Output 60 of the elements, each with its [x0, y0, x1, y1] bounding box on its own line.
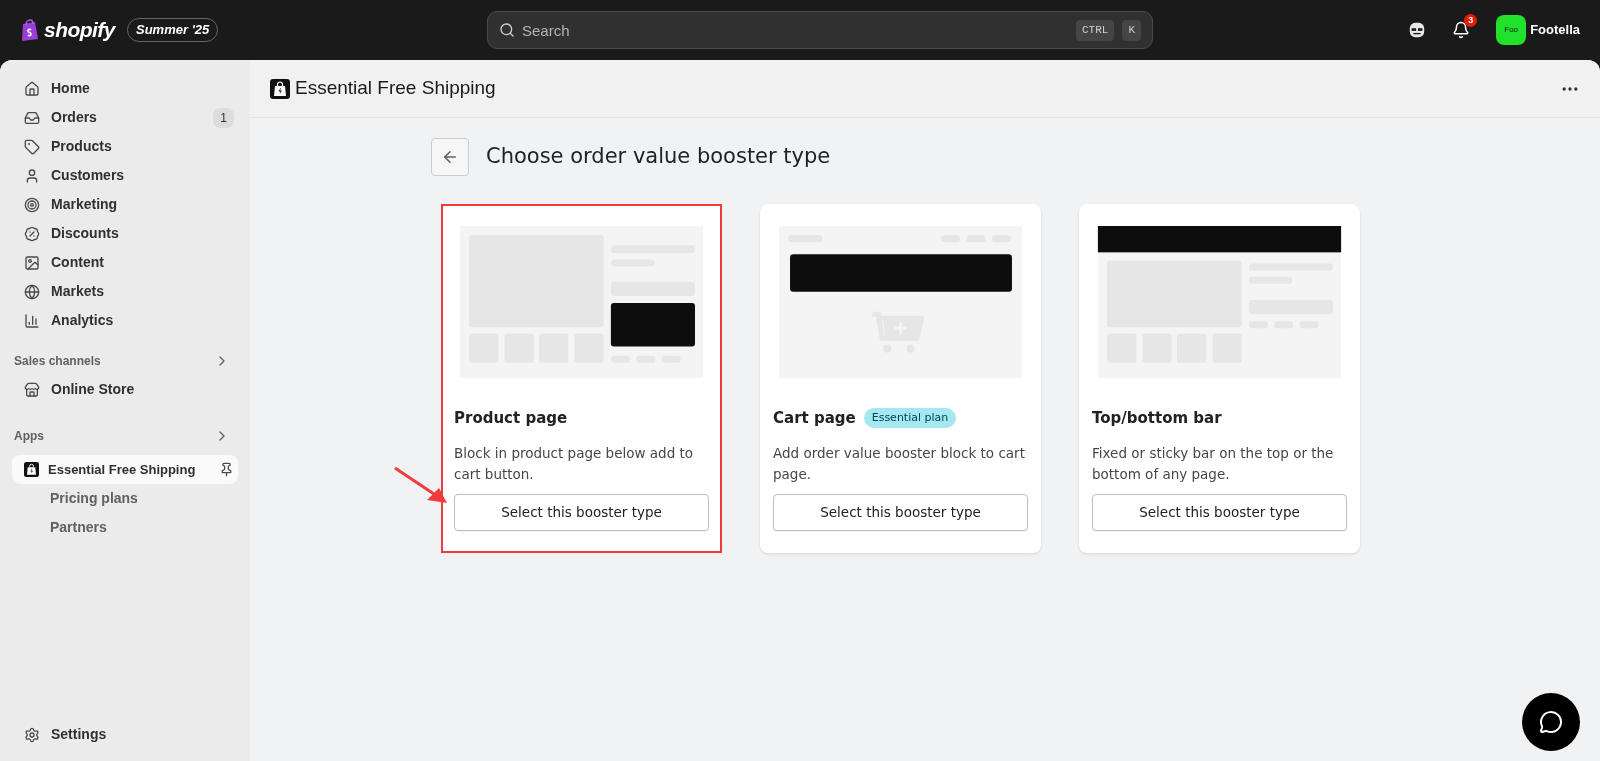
section-heading: Apps [14, 428, 44, 445]
bar-chart-icon [24, 312, 40, 329]
sidebar-item[interactable]: Home [12, 74, 238, 103]
sidebar-item[interactable]: Customers [12, 161, 238, 190]
percent-badge-icon [24, 225, 40, 242]
count-badge: 1 [213, 107, 234, 128]
sidebar-item[interactable]: Discounts [12, 219, 238, 248]
bell-icon[interactable] [1452, 21, 1471, 39]
sidebar-item[interactable]: Orders 1 [12, 103, 238, 132]
select-button[interactable]: Select this booster type [773, 494, 1028, 531]
tag-icon [24, 138, 40, 155]
pin-icon[interactable] [219, 462, 234, 477]
section-heading: Sales channels [14, 353, 101, 370]
globe-icon [24, 283, 40, 300]
card-description: Fixed or sticky bar on the top or the bottom of any page. [1092, 444, 1335, 484]
booster-card[interactable]: Product page Block in product page below add to cart button. Select this booster type [441, 204, 722, 553]
sidebar-item[interactable]: Content [12, 248, 238, 277]
card-description: Block in product page below add to cart button. [454, 444, 695, 484]
sidebar-item[interactable]: Products [12, 132, 238, 161]
notification-count: 3 [1464, 14, 1478, 27]
shortcut-key: CTRL [1076, 20, 1115, 41]
page-title: Choose order value booster type [486, 143, 831, 171]
shortcut-key: K [1122, 20, 1141, 41]
mascot-face-icon[interactable] [1408, 21, 1427, 39]
person-icon [24, 167, 40, 184]
select-button[interactable]: Select this booster type [1092, 494, 1347, 531]
card-description: Add order value booster block to cart page. [773, 444, 1026, 484]
back-icon [441, 148, 459, 166]
shopify-wordmark[interactable]: shopify [44, 14, 115, 46]
image-icon [24, 254, 40, 271]
sidebar-item[interactable]: Analytics [12, 306, 238, 335]
card-title: Product page [454, 407, 568, 429]
shopping-bag-logo-icon [20, 19, 40, 41]
sidebar-subitem[interactable]: Pricing plans [12, 484, 238, 513]
sidebar-item[interactable]: Settings [12, 720, 238, 749]
plan-badge: Essential plan [863, 407, 957, 429]
sidebar-item[interactable]: Online Store [12, 375, 238, 404]
select-button[interactable]: Select this booster type [454, 494, 709, 531]
storefront-icon [24, 381, 40, 398]
shopping-bag-icon [270, 78, 290, 99]
card-title: Cart page [773, 407, 856, 429]
shopping-bag-icon [24, 462, 39, 477]
app-title: Essential Free Shipping [295, 76, 496, 101]
sidebar-subitem[interactable]: Partners [12, 513, 238, 542]
sidebar-item[interactable]: Essential Free Shipping [12, 455, 238, 484]
inbox-icon [24, 109, 40, 126]
settings-icon [24, 726, 40, 743]
sidebar-item[interactable]: Markets [12, 277, 238, 306]
search-icon [499, 22, 515, 38]
store-name[interactable]: Footella [1530, 20, 1580, 40]
back-button[interactable] [431, 138, 469, 176]
sidebar-item[interactable]: Marketing [12, 190, 238, 219]
target-icon [24, 196, 40, 213]
booster-card[interactable]: Top/bottom bar Fixed or sticky bar on the top or the bottom of any page. Select this booster type [1079, 204, 1360, 553]
pointer-arrow [393, 466, 449, 506]
store-avatar[interactable]: Foo [1496, 15, 1527, 45]
home-icon [24, 80, 40, 97]
card-title: Top/bottom bar [1092, 407, 1222, 429]
chat-icon [1539, 710, 1563, 734]
booster-card[interactable]: Cart page Essential plan Add order value booster block to cart page. Select this booster type [760, 204, 1041, 553]
